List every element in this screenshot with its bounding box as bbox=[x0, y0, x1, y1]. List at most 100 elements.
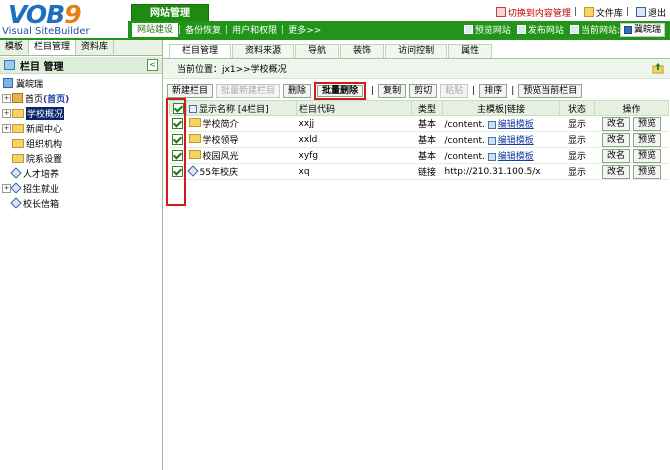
cut-button[interactable]: 剪切 bbox=[409, 83, 438, 98]
tree-item-admissions[interactable]: + 招生就业 bbox=[2, 181, 59, 195]
header-name[interactable]: 显示名称 [4栏目] bbox=[186, 100, 297, 116]
logo: VOB9 Visual SiteBuilder bbox=[0, 0, 128, 40]
info-icon bbox=[189, 105, 197, 113]
preview-button[interactable]: 预览 bbox=[632, 116, 661, 131]
tab-navigation[interactable]: 导航 bbox=[295, 44, 340, 58]
home-icon bbox=[12, 93, 23, 103]
tab-templates[interactable]: 模板 bbox=[0, 40, 30, 54]
row-select-cell[interactable] bbox=[169, 163, 187, 180]
rename-button[interactable]: 改名 bbox=[602, 148, 631, 163]
tab-resource-library[interactable]: 资料库 bbox=[76, 40, 115, 54]
sort-button[interactable]: 排序 bbox=[479, 83, 508, 98]
edit-template-link[interactable]: 编辑模板 bbox=[498, 136, 534, 146]
publish-site-label: 发布网站 bbox=[527, 26, 564, 36]
menu-item-site-build[interactable]: 网站建设 bbox=[132, 22, 179, 37]
tab-site-management[interactable]: 网站管理 bbox=[131, 4, 209, 22]
tree-home-label: 首页 bbox=[25, 94, 44, 105]
row-select-cell[interactable] bbox=[169, 131, 187, 148]
tree-item-home[interactable]: + 首页 (首页) bbox=[2, 91, 69, 105]
header-template[interactable]: 主模板|链接 bbox=[442, 100, 560, 116]
exit-link[interactable]: 退出 bbox=[635, 6, 666, 19]
tab-access-control[interactable]: 访问控制 bbox=[385, 44, 448, 58]
column-table: 显示名称 [4栏目] 栏目代码 类型 主模板|链接 状态 操作 学校简介 xxj… bbox=[169, 100, 669, 180]
row-name-cell: 学校简介 bbox=[186, 115, 297, 132]
header-type[interactable]: 类型 bbox=[411, 100, 443, 116]
file-library-link[interactable]: 文件库 bbox=[583, 6, 623, 19]
batch-new-column-button[interactable]: 批量新建栏目 bbox=[216, 83, 281, 98]
expand-icon[interactable]: + bbox=[2, 93, 11, 103]
divider: | bbox=[371, 85, 375, 96]
row-code: xxld bbox=[296, 131, 412, 148]
new-column-button[interactable]: 新建栏目 bbox=[167, 83, 214, 98]
batch-delete-button[interactable]: 批量删除 bbox=[317, 84, 364, 97]
menu-item-backup[interactable]: 备份恢复 bbox=[181, 23, 225, 36]
row-checkbox[interactable] bbox=[171, 118, 183, 129]
tree-item-talent[interactable]: 人才培养 bbox=[10, 166, 59, 180]
preview-button[interactable]: 预览 bbox=[632, 148, 661, 163]
row-checkbox[interactable] bbox=[171, 166, 183, 177]
preview-current-button[interactable]: 预览当前栏目 bbox=[518, 83, 583, 98]
tree-root[interactable]: 冀皖瑞 bbox=[3, 76, 43, 90]
row-status: 显示 bbox=[559, 115, 595, 132]
row-select-cell[interactable] bbox=[169, 147, 187, 164]
current-site-label: 当前网站: bbox=[580, 26, 620, 36]
row-status: 显示 bbox=[559, 147, 595, 164]
table-row[interactable]: 校园风光 xyfg 基本 /content. 编辑模板 显示 改名 预览 bbox=[169, 147, 669, 164]
row-actions: 改名 预览 bbox=[594, 131, 669, 148]
tab-column-manage[interactable]: 栏目管理 bbox=[169, 44, 232, 58]
header-code[interactable]: 栏目代码 bbox=[296, 100, 412, 116]
tree-item-organization[interactable]: 组织机构 bbox=[12, 136, 62, 150]
switch-content-link[interactable]: 切换到内容管理 bbox=[495, 6, 571, 19]
row-name: 55年校庆 bbox=[199, 168, 238, 178]
table-header-row: 显示名称 [4栏目] 栏目代码 类型 主模板|链接 状态 操作 bbox=[169, 100, 669, 116]
preview-button[interactable]: 预览 bbox=[632, 164, 661, 179]
rename-button[interactable]: 改名 bbox=[602, 164, 631, 179]
tree-item-departments[interactable]: 院系设置 bbox=[12, 151, 62, 165]
edit-template-link[interactable]: 编辑模板 bbox=[498, 120, 534, 130]
tab-properties[interactable]: 属性 bbox=[448, 44, 493, 58]
publish-site-button[interactable]: 发布网站 bbox=[514, 23, 567, 36]
preview-button[interactable]: 预览 bbox=[632, 132, 661, 147]
table-row[interactable]: 55年校庆 xq 链接 http://210.31.100.5/x 显示 改名 … bbox=[169, 163, 669, 180]
delete-button[interactable]: 删除 bbox=[283, 83, 312, 98]
header-select-all[interactable] bbox=[169, 100, 187, 116]
row-checkbox[interactable] bbox=[171, 150, 183, 161]
preview-site-button[interactable]: 预览网站 bbox=[461, 23, 514, 36]
edit-template-link[interactable]: 编辑模板 bbox=[498, 152, 534, 162]
row-name-cell: 学校领导 bbox=[186, 131, 297, 148]
tree-label-principal-mailbox: 校长信箱 bbox=[23, 199, 60, 210]
tab-decoration[interactable]: 装饰 bbox=[340, 44, 385, 58]
paste-button[interactable]: 粘贴 bbox=[440, 83, 469, 98]
menu-item-users[interactable]: 用户和权限 bbox=[228, 23, 281, 36]
tree-item-principal-mailbox[interactable]: 校长信箱 bbox=[10, 196, 60, 210]
link-icon bbox=[10, 197, 22, 209]
menu-item-more[interactable]: 更多>> bbox=[284, 23, 325, 36]
row-select-cell[interactable] bbox=[169, 115, 187, 132]
tree-item-school-overview[interactable]: + 学校概况 bbox=[2, 106, 65, 120]
select-all-checkbox[interactable] bbox=[172, 102, 184, 114]
row-template: /content. bbox=[444, 120, 485, 130]
collapse-panel-button[interactable]: < bbox=[147, 59, 158, 71]
rename-button[interactable]: 改名 bbox=[602, 116, 631, 131]
table-row[interactable]: 学校简介 xxjj 基本 /content. 编辑模板 显示 改名 预览 bbox=[169, 115, 669, 132]
divider: | bbox=[625, 7, 629, 17]
current-site-value[interactable]: 冀皖瑞 bbox=[619, 22, 665, 37]
current-site-selector[interactable]: 当前网站: 冀皖瑞 bbox=[567, 22, 668, 37]
tree-item-news-center[interactable]: + 新闻中心 bbox=[2, 121, 62, 135]
copy-button[interactable]: 复制 bbox=[378, 83, 407, 98]
up-level-icon[interactable] bbox=[652, 62, 664, 74]
expand-icon[interactable]: + bbox=[2, 123, 11, 133]
row-checkbox[interactable] bbox=[171, 134, 183, 145]
preview-site-label: 预览网站 bbox=[474, 26, 511, 36]
table-row[interactable]: 学校领导 xxld 基本 /content. 编辑模板 显示 改名 预览 bbox=[169, 131, 669, 148]
tree-label-school-overview: 学校概况 bbox=[26, 106, 65, 120]
expand-icon[interactable]: + bbox=[2, 108, 11, 118]
row-code: xq bbox=[296, 163, 412, 180]
row-type: 基本 bbox=[411, 147, 443, 164]
header-status[interactable]: 状态 bbox=[559, 100, 595, 116]
tab-data-source[interactable]: 资料来源 bbox=[232, 44, 295, 58]
rename-button[interactable]: 改名 bbox=[602, 132, 631, 147]
link-icon bbox=[10, 182, 22, 194]
row-type: 基本 bbox=[411, 131, 443, 148]
tab-column-management[interactable]: 栏目管理 bbox=[29, 40, 77, 55]
